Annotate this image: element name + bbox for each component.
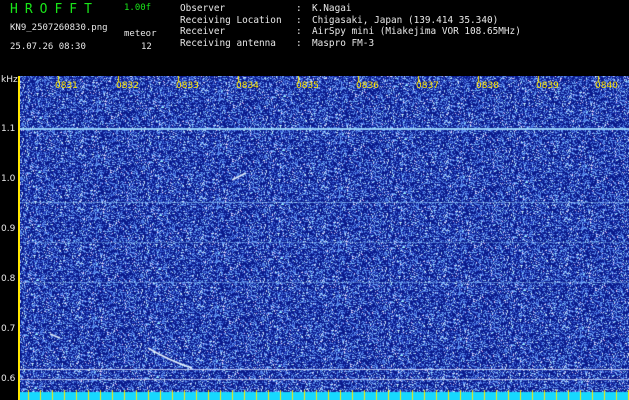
info-row-antenna: Receiving antenna: Maspro FM-3: [180, 38, 521, 50]
time-label: 0832: [116, 81, 139, 91]
info-colon: :: [296, 37, 302, 49]
time-label: 0838: [476, 81, 499, 91]
y-label-0-9: 0.9: [1, 224, 16, 234]
time-label: 0831: [55, 81, 78, 91]
info-row-receiver: Receiver: AirSpy mini (Miakejima VOR 108.…: [180, 26, 521, 38]
info-key: Receiver: [180, 26, 226, 38]
time-label: 0837: [416, 81, 439, 91]
app-name: HROFFT: [10, 2, 99, 17]
y-label-1-0: 1.0: [1, 174, 16, 184]
app-version: 1.00f: [124, 3, 152, 13]
time-label: 0834: [236, 81, 259, 91]
info-key: Receiving Location: [180, 14, 282, 26]
info-key: Observer: [180, 3, 226, 14]
time-label: 0839: [536, 81, 559, 91]
y-label-0-7: 0.7: [1, 324, 16, 334]
info-row-observer: Observer: K.Nagai: [180, 3, 521, 15]
info-value: AirSpy mini (Miakejima VOR 108.65MHz): [312, 26, 521, 38]
time-label: 0833: [176, 81, 199, 91]
y-label-1-1: 1.1: [1, 124, 16, 134]
file-name: KN9_2507260830.png: [10, 23, 108, 33]
info-value: Chigasaki, Japan (139.414 35.340): [312, 14, 499, 26]
meteor-count: 12: [141, 42, 152, 52]
info-row-location: Receiving Location: Chigasaki, Japan (139…: [180, 15, 521, 27]
info-colon: :: [296, 26, 302, 38]
time-label: 0836: [356, 81, 379, 91]
y-axis-unit: kHz: [1, 75, 18, 85]
info-colon: :: [296, 3, 302, 14]
meteor-label: meteor: [124, 29, 157, 39]
waterfall-spectrogram: [20, 76, 629, 400]
station-info: Observer: K.Nagai Receiving Location: Chig…: [180, 3, 521, 49]
y-label-0-8: 0.8: [1, 274, 16, 284]
date-time: 25.07.26 08:30: [10, 42, 86, 52]
info-colon: :: [296, 14, 302, 26]
time-label: 0840: [595, 81, 618, 91]
info-key: Receiving antenna: [180, 37, 276, 49]
info-value: Maspro FM-3: [312, 37, 375, 49]
time-label: 0835: [296, 81, 319, 91]
header-panel: HROFFT 1.00f KN9_2507260830.png 25.07.26…: [0, 0, 629, 76]
y-axis-line: [18, 76, 20, 400]
y-label-0-6: 0.6: [1, 374, 16, 384]
info-value: K.Nagai: [312, 3, 352, 14]
